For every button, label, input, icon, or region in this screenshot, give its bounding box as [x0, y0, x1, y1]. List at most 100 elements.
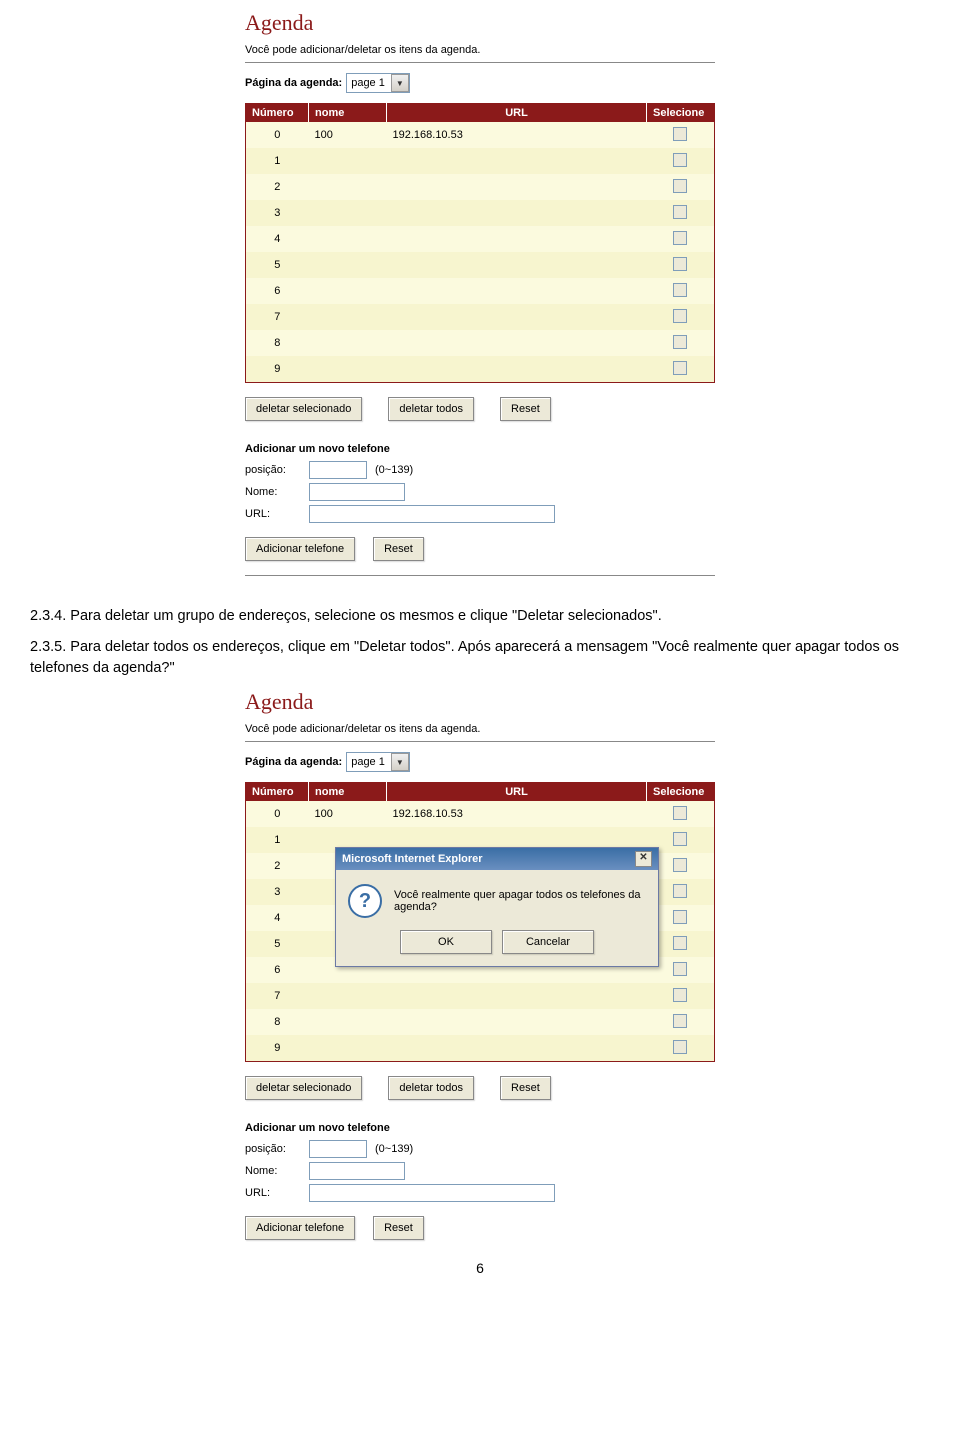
delete-selected-button[interactable]: deletar selecionado — [245, 1076, 362, 1100]
select-checkbox[interactable] — [673, 806, 687, 820]
select-checkbox[interactable] — [673, 858, 687, 872]
label-posicao: posição: — [245, 464, 301, 476]
table-row: 9 — [246, 356, 715, 383]
page-select-value: page 1 — [351, 756, 385, 768]
th-selecione: Selecione — [647, 104, 715, 123]
cell-numero: 3 — [246, 200, 309, 226]
chevron-down-icon[interactable]: ▼ — [391, 753, 409, 771]
select-checkbox[interactable] — [673, 231, 687, 245]
cell-nome — [309, 983, 387, 1009]
label-url: URL: — [245, 508, 301, 520]
reset-button-2[interactable]: Reset — [373, 537, 424, 561]
select-checkbox[interactable] — [673, 936, 687, 950]
page-select[interactable]: page 1 ▼ — [346, 752, 410, 772]
question-icon: ? — [348, 884, 382, 918]
reset-button[interactable]: Reset — [500, 397, 551, 421]
table-row: 9 — [246, 1035, 715, 1062]
add-phone-button[interactable]: Adicionar telefone — [245, 537, 355, 561]
close-icon[interactable]: ✕ — [635, 851, 652, 867]
divider — [245, 741, 715, 742]
page-select-value: page 1 — [351, 77, 385, 89]
delete-selected-button[interactable]: deletar selecionado — [245, 397, 362, 421]
select-checkbox[interactable] — [673, 962, 687, 976]
select-checkbox[interactable] — [673, 257, 687, 271]
select-checkbox[interactable] — [673, 832, 687, 846]
select-checkbox[interactable] — [673, 127, 687, 141]
cell-selecione — [647, 122, 715, 148]
table-row: 4 — [246, 226, 715, 252]
input-url[interactable] — [309, 505, 555, 523]
select-checkbox[interactable] — [673, 1040, 687, 1054]
label-posicao: posição: — [245, 1143, 301, 1155]
table-row: 7 — [246, 983, 715, 1009]
cell-url: 192.168.10.53 — [387, 801, 647, 827]
panel-subtitle: Você pode adicionar/deletar os itens da … — [245, 723, 715, 735]
table-row: 1 — [246, 148, 715, 174]
divider — [245, 62, 715, 63]
cell-numero: 5 — [246, 931, 309, 957]
th-selecione: Selecione — [647, 783, 715, 802]
ok-button[interactable]: OK — [400, 930, 492, 954]
page-number: 6 — [0, 1260, 960, 1276]
cell-url — [387, 356, 647, 383]
reset-button[interactable]: Reset — [500, 1076, 551, 1100]
panel-title: Agenda — [245, 689, 715, 715]
cell-numero: 1 — [246, 827, 309, 853]
input-posicao[interactable] — [309, 1140, 367, 1158]
cell-selecione — [647, 330, 715, 356]
select-checkbox[interactable] — [673, 910, 687, 924]
cell-selecione — [647, 1035, 715, 1062]
select-checkbox[interactable] — [673, 988, 687, 1002]
cell-url — [387, 278, 647, 304]
cell-selecione — [647, 174, 715, 200]
select-checkbox[interactable] — [673, 884, 687, 898]
cell-numero: 3 — [246, 879, 309, 905]
cell-numero: 0 — [246, 122, 309, 148]
add-phone-heading: Adicionar um novo telefone — [245, 1122, 715, 1134]
select-checkbox[interactable] — [673, 335, 687, 349]
select-checkbox[interactable] — [673, 153, 687, 167]
delete-all-button[interactable]: deletar todos — [388, 1076, 474, 1100]
label-nome: Nome: — [245, 1165, 301, 1177]
cell-selecione — [647, 1009, 715, 1035]
cell-nome — [309, 148, 387, 174]
cell-url — [387, 252, 647, 278]
cell-numero: 1 — [246, 148, 309, 174]
th-url: URL — [387, 104, 647, 123]
table-row: 2 — [246, 174, 715, 200]
select-checkbox[interactable] — [673, 361, 687, 375]
input-nome[interactable] — [309, 1162, 405, 1180]
th-nome: nome — [309, 104, 387, 123]
divider — [245, 575, 715, 576]
table-row: 7 — [246, 304, 715, 330]
delete-all-button[interactable]: deletar todos — [388, 397, 474, 421]
cell-numero: 4 — [246, 226, 309, 252]
input-url[interactable] — [309, 1184, 555, 1202]
cell-nome — [309, 1009, 387, 1035]
cell-selecione — [647, 356, 715, 383]
cancel-button[interactable]: Cancelar — [502, 930, 594, 954]
agenda-panel-2: Agenda Você pode adicionar/deletar os it… — [245, 689, 715, 1240]
cell-url — [387, 226, 647, 252]
chevron-down-icon[interactable]: ▼ — [391, 74, 409, 92]
select-checkbox[interactable] — [673, 205, 687, 219]
input-posicao[interactable] — [309, 461, 367, 479]
select-checkbox[interactable] — [673, 309, 687, 323]
cell-url — [387, 148, 647, 174]
panel-subtitle: Você pode adicionar/deletar os itens da … — [245, 44, 715, 56]
hint-posicao: (0~139) — [375, 1143, 413, 1155]
add-phone-button[interactable]: Adicionar telefone — [245, 1216, 355, 1240]
reset-button-2[interactable]: Reset — [373, 1216, 424, 1240]
select-checkbox[interactable] — [673, 179, 687, 193]
panel-title: Agenda — [245, 10, 715, 36]
cell-numero: 6 — [246, 957, 309, 983]
select-checkbox[interactable] — [673, 1014, 687, 1028]
page-select[interactable]: page 1 ▼ — [346, 73, 410, 93]
table-row: 8 — [246, 1009, 715, 1035]
select-checkbox[interactable] — [673, 283, 687, 297]
cell-selecione — [647, 278, 715, 304]
cell-numero: 9 — [246, 1035, 309, 1062]
cell-selecione — [647, 200, 715, 226]
cell-selecione — [647, 983, 715, 1009]
input-nome[interactable] — [309, 483, 405, 501]
